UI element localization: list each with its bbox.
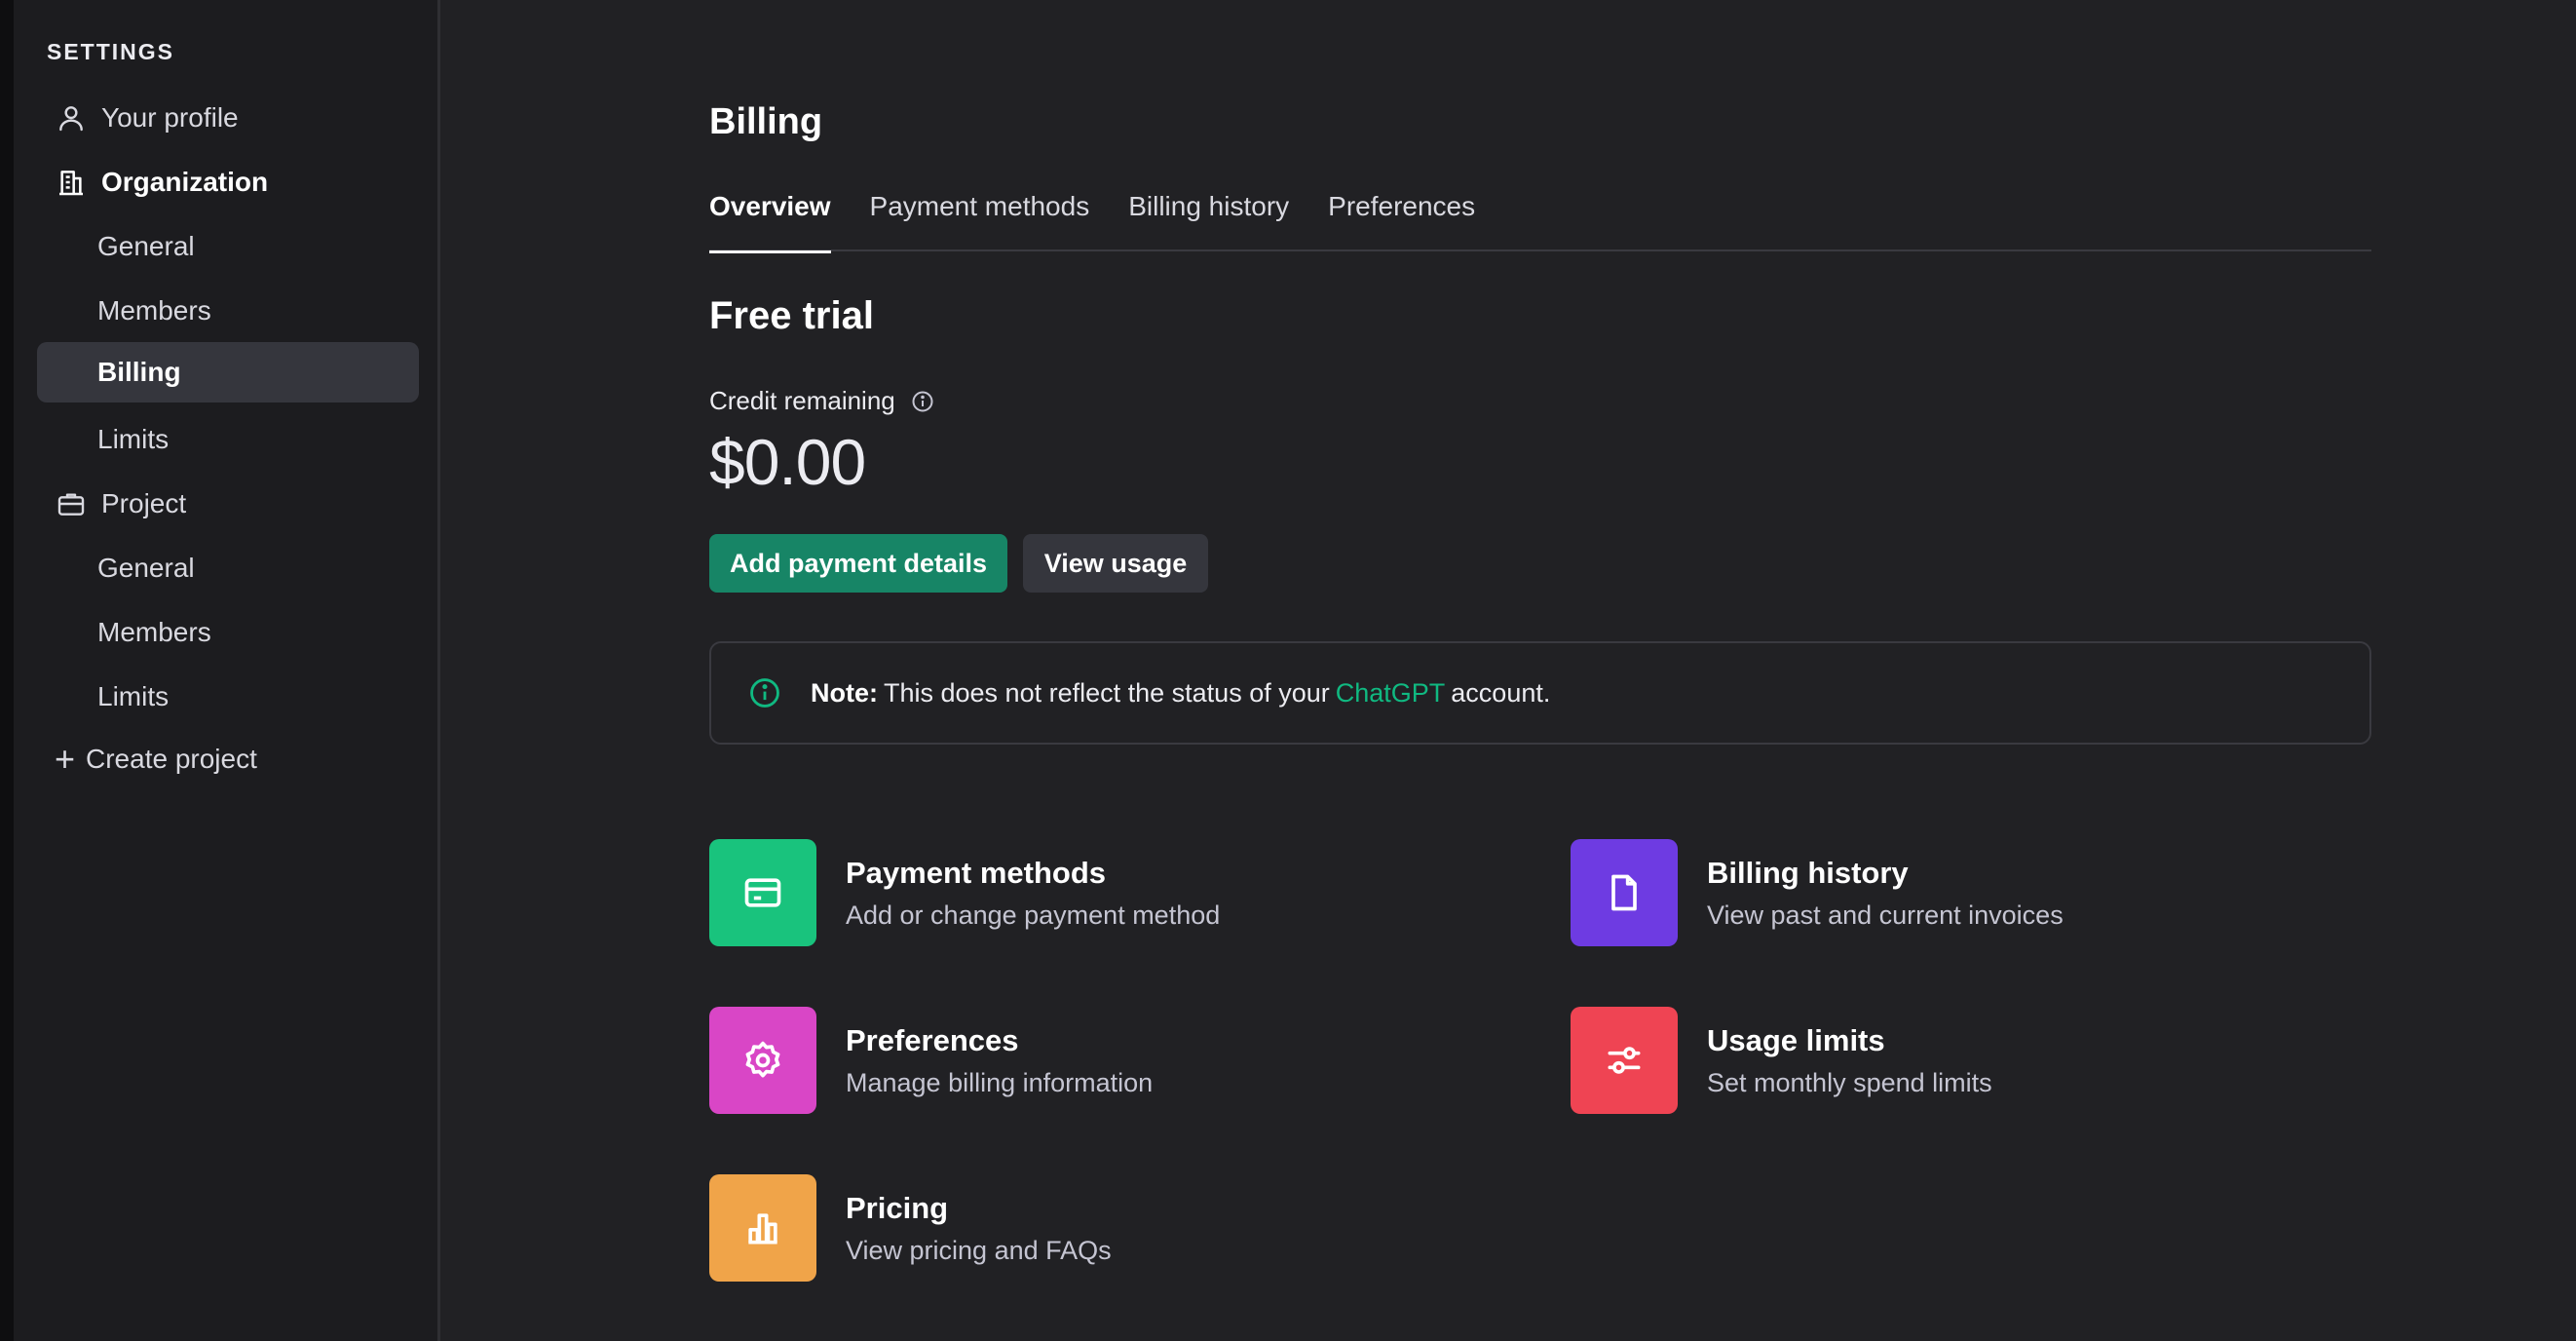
chatgpt-link[interactable]: ChatGPT: [1336, 678, 1446, 709]
sidebar-item-label: Billing: [97, 357, 181, 387]
sidebar-item-project-members[interactable]: Members: [37, 602, 419, 663]
briefcase-icon: [55, 487, 88, 520]
credit-amount: $0.00: [709, 426, 866, 498]
settings-sidebar: SETTINGS Your profile Organization Gener…: [14, 0, 440, 1341]
tab-overview[interactable]: Overview: [709, 191, 831, 253]
document-icon: [1571, 839, 1678, 946]
sidebar-item-label: Organization: [101, 167, 269, 197]
sidebar-item-org-general[interactable]: General: [37, 216, 419, 277]
card-title: Billing history: [1707, 855, 1909, 890]
tab-preferences[interactable]: Preferences: [1328, 191, 1475, 251]
card-title: Payment methods: [846, 855, 1107, 890]
billing-tabs: Overview Payment methods Billing history…: [709, 191, 2371, 253]
sidebar-item-org-members[interactable]: Members: [37, 281, 419, 341]
chatgpt-note: Note: This does not reflect the status o…: [709, 641, 2371, 745]
sidebar-heading: SETTINGS: [47, 39, 175, 64]
card-pricing[interactable]: Pricing View pricing and FAQs: [709, 1174, 1112, 1282]
add-payment-details-button[interactable]: Add payment details: [709, 534, 1007, 593]
sidebar-item-label: Limits: [97, 424, 170, 454]
sidebar-item-org-limits[interactable]: Limits: [37, 409, 419, 470]
bar-chart-icon: [709, 1174, 816, 1282]
sidebar-item-label: Create project: [86, 744, 257, 774]
card-description: Manage billing information: [846, 1067, 1154, 1097]
user-icon: [55, 101, 88, 134]
card-description: View pricing and FAQs: [846, 1235, 1112, 1265]
card-payment-methods[interactable]: Payment methods Add or change payment me…: [709, 839, 1220, 946]
credit-label-text: Credit remaining: [709, 386, 895, 415]
card-billing-history[interactable]: Billing history View past and current in…: [1571, 839, 2064, 946]
gear-icon: [709, 1007, 816, 1114]
billing-main: Billing Overview Payment methods Billing…: [709, 0, 2371, 1341]
tab-billing-history[interactable]: Billing history: [1128, 191, 1289, 251]
card-preferences[interactable]: Preferences Manage billing information: [709, 1007, 1153, 1114]
credit-card-icon: [709, 839, 816, 946]
sidebar-item-label: Members: [97, 617, 211, 647]
card-usage-limits[interactable]: Usage limits Set monthly spend limits: [1571, 1007, 1992, 1114]
sliders-icon: [1571, 1007, 1678, 1114]
sidebar-item-your-profile[interactable]: Your profile: [37, 88, 419, 148]
note-text: This does not reflect the status of your: [884, 677, 1330, 708]
card-title: Pricing: [846, 1190, 949, 1225]
sidebar-item-label: General: [97, 231, 195, 261]
card-description: View past and current invoices: [1707, 900, 2064, 930]
page-title: Billing: [709, 101, 823, 142]
sidebar-item-organization[interactable]: Organization: [37, 152, 419, 212]
create-project-button[interactable]: + Create project: [37, 729, 419, 789]
sidebar-item-project[interactable]: Project: [37, 474, 419, 534]
card-description: Set monthly spend limits: [1707, 1067, 1992, 1097]
sidebar-item-label: Members: [97, 295, 211, 326]
plus-icon: +: [55, 739, 76, 779]
window-edge: [0, 0, 14, 1341]
view-usage-button[interactable]: View usage: [1023, 534, 1208, 593]
sidebar-item-project-limits[interactable]: Limits: [37, 667, 419, 727]
credit-label: Credit remaining: [709, 386, 934, 416]
info-icon: [748, 676, 781, 709]
sidebar-item-label: Project: [101, 488, 187, 518]
tab-payment-methods[interactable]: Payment methods: [870, 191, 1090, 251]
card-title: Usage limits: [1707, 1022, 1885, 1057]
building-icon: [55, 166, 88, 199]
sidebar-item-project-general[interactable]: General: [37, 538, 419, 598]
note-text-end: account.: [1451, 677, 1551, 708]
sidebar-item-label: Your profile: [101, 102, 239, 133]
note-label: Note:: [811, 677, 878, 708]
sidebar-item-billing[interactable]: Billing: [37, 342, 419, 402]
card-description: Add or change payment method: [846, 900, 1221, 930]
card-title: Preferences: [846, 1022, 1019, 1057]
sidebar-item-label: General: [97, 553, 195, 583]
sidebar-item-label: Limits: [97, 681, 170, 711]
info-icon[interactable]: [911, 390, 934, 413]
plan-title: Free trial: [709, 294, 874, 337]
